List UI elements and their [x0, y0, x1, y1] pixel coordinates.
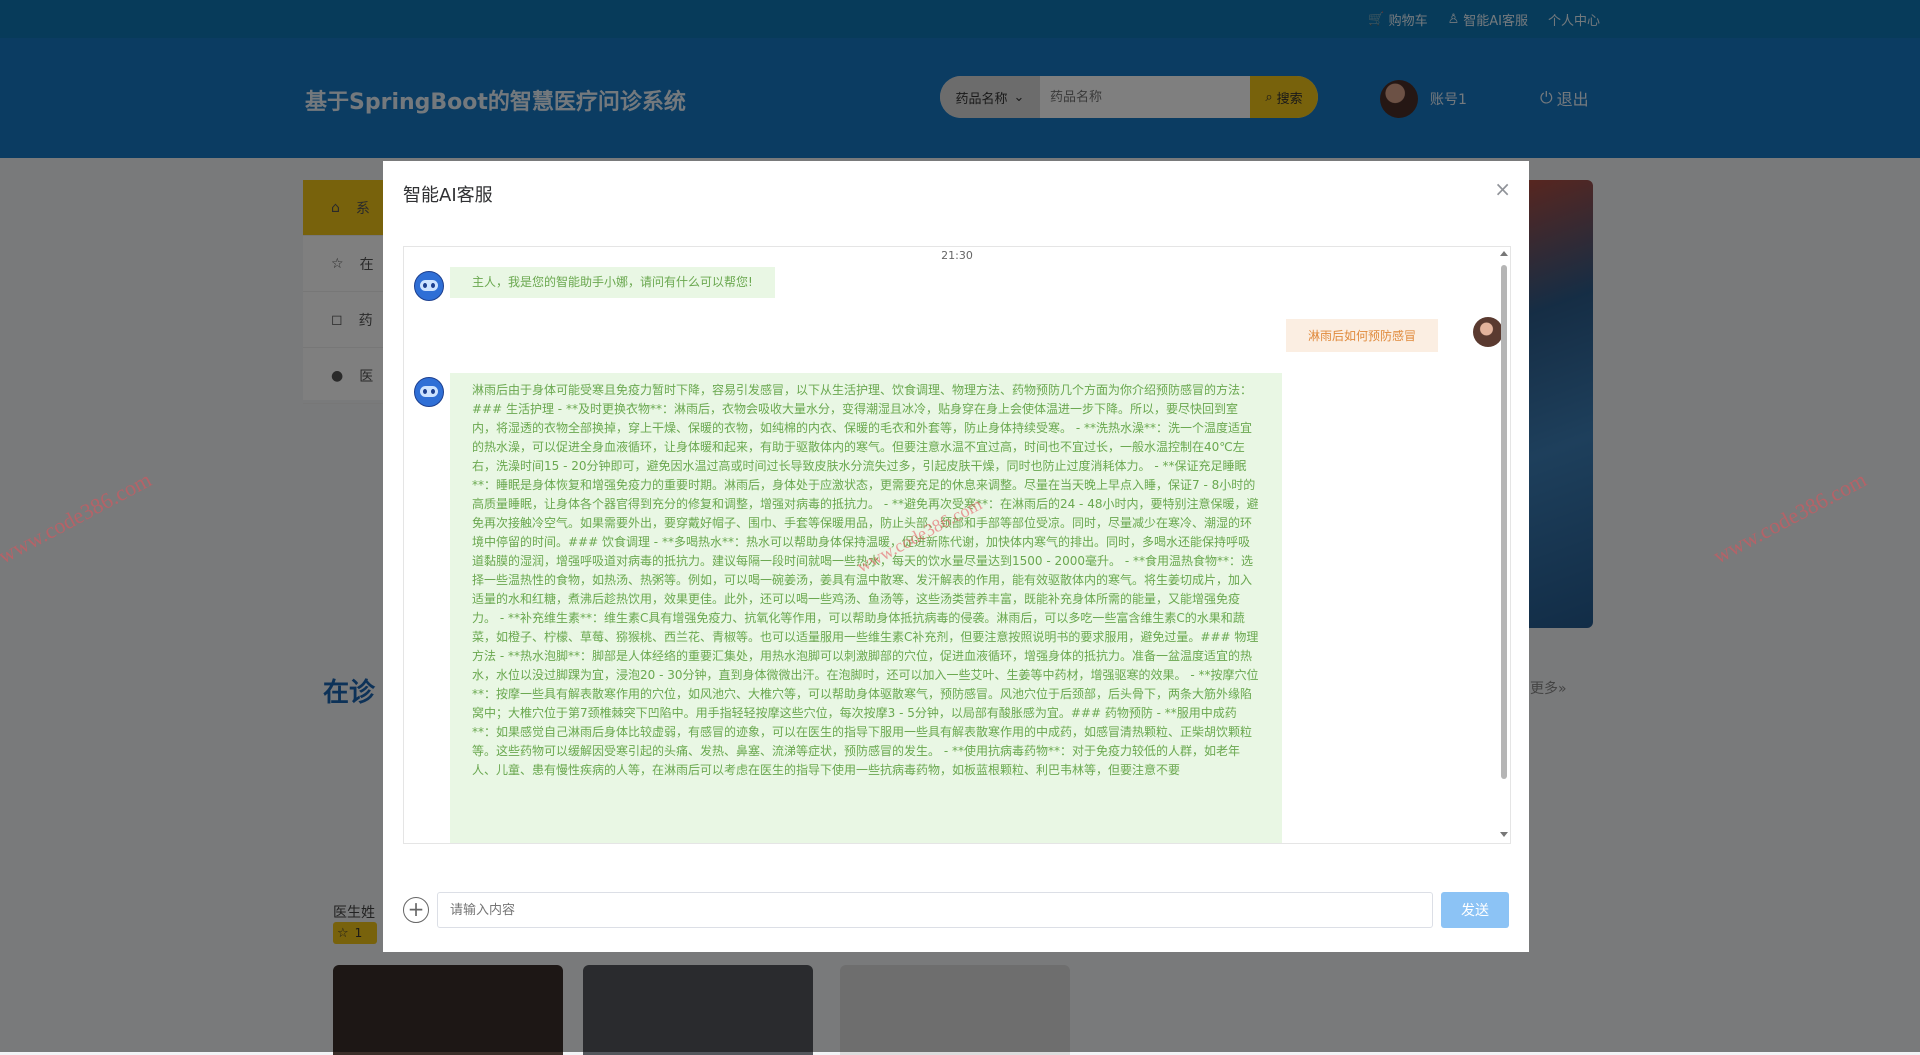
- bot-message: 主人，我是您的智能助手小娜，请问有什么可以帮您!: [450, 267, 775, 298]
- dialog-title: 智能AI客服: [403, 185, 493, 206]
- message-input[interactable]: [437, 892, 1433, 928]
- send-button[interactable]: 发送: [1441, 892, 1509, 928]
- message-time: 21:30: [941, 249, 973, 262]
- user-message: 淋雨后如何预防感冒: [1286, 319, 1439, 352]
- chat-scrollbar[interactable]: [1500, 249, 1508, 839]
- bot-avatar: [414, 377, 444, 407]
- user-avatar: [1473, 317, 1503, 347]
- ai-service-dialog: 智能AI客服 × 21:30 主人，我是您的智能助手小娜，请问有什么可以帮您! …: [383, 161, 1529, 952]
- bot-avatar: [414, 271, 444, 301]
- add-icon[interactable]: +: [403, 897, 429, 923]
- bot-message: 淋雨后由于身体可能受寒且免疫力暂时下降，容易引发感冒，以下从生活护理、饮食调理、…: [450, 373, 1282, 843]
- close-icon[interactable]: ×: [1494, 179, 1511, 199]
- chat-window[interactable]: 21:30 主人，我是您的智能助手小娜，请问有什么可以帮您! 淋雨后如何预防感冒…: [403, 246, 1511, 844]
